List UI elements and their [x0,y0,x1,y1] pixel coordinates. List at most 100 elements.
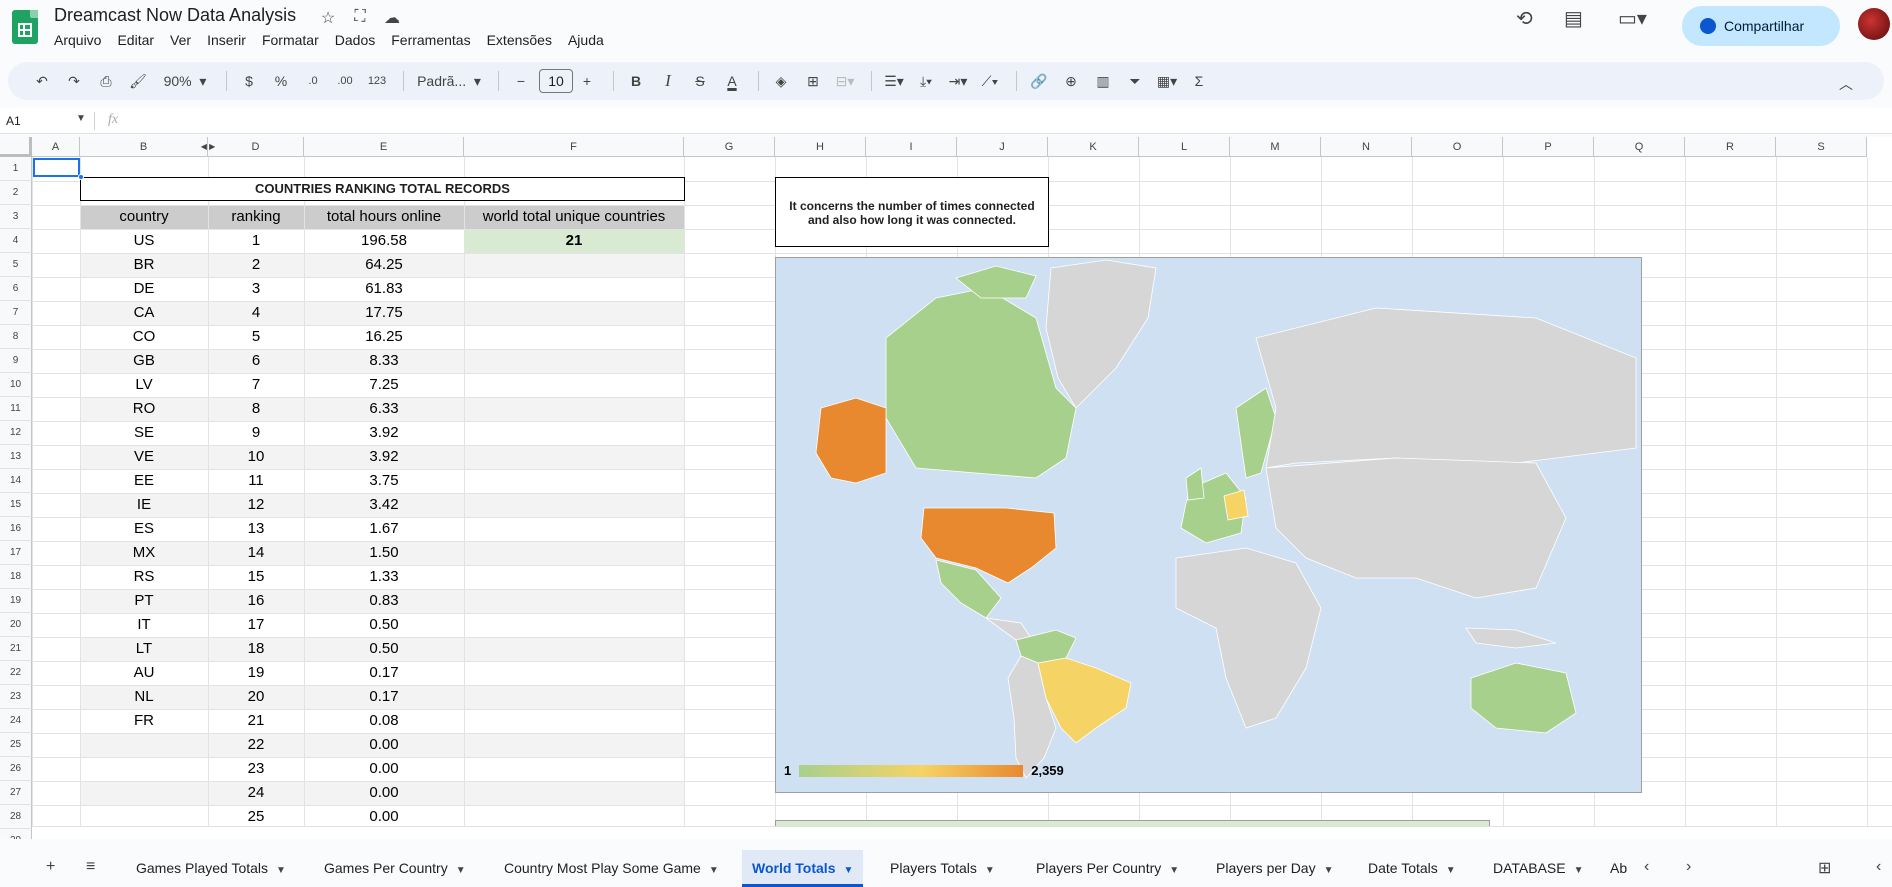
row-header[interactable]: 17 [0,541,32,565]
table-cell[interactable]: 23 [208,757,304,781]
chevron-down-icon[interactable]: ▼ [1324,865,1334,876]
row-header[interactable]: 11 [0,397,32,421]
column-header[interactable]: R [1685,137,1776,157]
column-header[interactable]: J [957,137,1048,157]
row-header[interactable]: 27 [0,781,32,805]
table-cell[interactable]: 14 [208,541,304,565]
table-cell[interactable]: 6.33 [304,397,464,421]
row-header[interactable]: 13 [0,445,32,469]
row-header[interactable]: 16 [0,517,32,541]
sheet-tab[interactable]: Players per Day ▼ [1206,850,1344,887]
table-cell[interactable]: 3.92 [304,445,464,469]
column-header[interactable]: N [1321,137,1412,157]
table-cell[interactable]: 11 [208,469,304,493]
table-cell[interactable]: 0.08 [304,709,464,733]
column-header[interactable]: M [1230,137,1321,157]
row-header[interactable]: 21 [0,637,32,661]
table-cell[interactable]: 21 [208,709,304,733]
menu-formatar[interactable]: Formatar [254,32,327,48]
row-header[interactable]: 28 [0,805,32,829]
table-cell[interactable]: PT [80,589,208,613]
table-cell[interactable]: 24 [208,781,304,805]
table-cell[interactable]: 0.50 [304,613,464,637]
italic-button[interactable]: I [654,67,682,95]
text-rotation-icon[interactable]: ⟋▾ [976,67,1004,95]
table-cell[interactable] [80,757,208,781]
row-header[interactable]: 24 [0,709,32,733]
table-cell[interactable]: 0.83 [304,589,464,613]
table-cell[interactable]: VE [80,445,208,469]
unique-countries-value[interactable]: 21 [464,229,684,253]
table-cell[interactable]: 0.17 [304,661,464,685]
table-cell[interactable]: 10 [208,445,304,469]
add-sheet-icon[interactable]: + [46,858,55,876]
table-cell[interactable]: 16.25 [304,325,464,349]
filter-icon[interactable]: ⏷ [1121,67,1149,95]
merge-cells-icon[interactable]: ⊟▾ [831,67,859,95]
fill-handle[interactable] [78,174,84,180]
menu-arquivo[interactable]: Arquivo [46,32,109,48]
sheet-tab[interactable]: Games Per Country ▼ [314,850,476,887]
table-cell[interactable]: NL [80,685,208,709]
table-cell[interactable]: 0.50 [304,637,464,661]
select-all-corner[interactable] [0,137,32,157]
table-cell[interactable]: 6 [208,349,304,373]
sheet-tab[interactable]: World Totals ▼ [742,850,864,887]
horizontal-scrollbar[interactable] [32,826,1892,839]
row-header[interactable]: 1 [0,157,32,181]
row-header[interactable]: 5 [0,253,32,277]
sheet-tab[interactable]: Players Per Country ▼ [1026,850,1189,887]
column-header[interactable]: Q [1594,137,1685,157]
borders-icon[interactable]: ⊞ [799,67,827,95]
sheet-tab[interactable]: Players Totals ▼ [880,850,1005,887]
table-cell[interactable] [80,733,208,757]
table-cell[interactable]: 1.50 [304,541,464,565]
table-cell[interactable]: 5 [208,325,304,349]
chevron-down-icon[interactable]: ▼ [843,865,853,876]
table-cell[interactable]: 1 [208,229,304,253]
table-cell[interactable]: FR [80,709,208,733]
note-textbox[interactable]: It concerns the number of times connecte… [775,177,1049,247]
table-cell[interactable]: 1.33 [304,565,464,589]
chevron-down-icon[interactable]: ▼ [709,865,719,876]
row-header[interactable]: 20 [0,613,32,637]
chevron-down-icon[interactable]: ▼ [76,113,86,124]
column-header[interactable]: E [304,137,464,157]
row-header[interactable]: 4 [0,229,32,253]
table-cell[interactable]: 9 [208,421,304,445]
table-cell[interactable]: 1.67 [304,517,464,541]
insert-comment-icon[interactable]: ⊕ [1057,67,1085,95]
table-cell[interactable]: 3.75 [304,469,464,493]
chevron-down-icon[interactable]: ▼ [1446,865,1456,876]
meet-icon[interactable]: ▭▾ [1618,6,1647,31]
row-header[interactable]: 10 [0,373,32,397]
sheet-tab[interactable]: Ab [1600,850,1637,887]
column-header[interactable]: L [1139,137,1230,157]
paint-format-icon[interactable]: 🖌 [124,67,152,95]
table-cell[interactable]: 12 [208,493,304,517]
document-title[interactable]: Dreamcast Now Data Analysis [54,5,296,26]
table-cell[interactable]: 4 [208,301,304,325]
table-cell[interactable]: RS [80,565,208,589]
vertical-align-icon[interactable]: ⤓▾ [912,67,940,95]
table-cell[interactable]: 17 [208,613,304,637]
menu-extensoes[interactable]: Extensões [479,32,560,48]
table-cell[interactable]: RO [80,397,208,421]
table-cell[interactable]: EE [80,469,208,493]
explore-icon[interactable]: ⊞ [1818,858,1831,878]
column-header[interactable]: B [80,137,208,157]
menu-dados[interactable]: Dados [327,32,383,48]
share-button[interactable]: Compartilhar [1682,6,1840,46]
table-cell[interactable]: 13 [208,517,304,541]
strikethrough-button[interactable]: S [686,67,714,95]
table-cell[interactable]: 19 [208,661,304,685]
column-header[interactable]: F [464,137,684,157]
table-cell[interactable]: 20 [208,685,304,709]
row-header[interactable]: 7 [0,301,32,325]
all-sheets-icon[interactable]: ≡ [86,858,95,876]
table-cell[interactable]: 3.42 [304,493,464,517]
functions-button[interactable]: Σ [1185,67,1213,95]
side-panel-toggle-icon[interactable]: ‹ [1876,858,1881,876]
row-header[interactable]: 26 [0,757,32,781]
row-header[interactable]: 9 [0,349,32,373]
